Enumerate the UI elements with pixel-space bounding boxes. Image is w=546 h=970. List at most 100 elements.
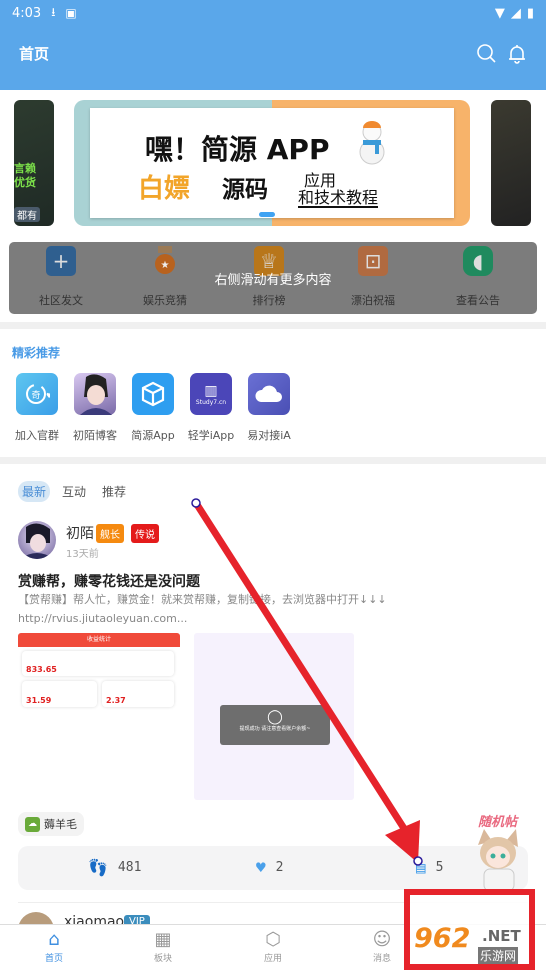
comments-count: 5 [435,860,444,875]
grid-icon: ▦ [154,929,172,950]
watermark-number: 962 [414,923,471,954]
site-watermark: 962 .NET 乐游网 [404,889,535,970]
snowman-icon [359,121,385,165]
banner-prev-line: 优货 [14,176,36,189]
banner-carousel[interactable]: 言赖 优货 都有 嘿！简源 APP 白嫖 源码 应用 和技术教程 [0,90,546,240]
thumb-value: 31.59 [26,696,52,705]
post-excerpt[interactable]: 【赏帮赚】帮人忙，赚赏金！就来赏帮赚，复制链接，去浏览器中打开↓↓↓ http:… [18,590,533,628]
sheep-icon: ☁ [25,816,40,832]
anime-avatar-icon [74,373,116,415]
banner-line-3a: 应用 [304,171,337,190]
banner-prev-line: 言赖 [14,162,36,175]
likes-stat[interactable]: ♥ 2 [256,858,283,877]
feed-tabs: 最新 互动 推荐 [18,481,130,502]
carousel-indicator [259,212,275,217]
views-count: 481 [117,860,142,875]
banner-line-2-black: 源码 [222,177,268,203]
author-avatar[interactable] [18,521,56,559]
svg-text:♥: ♥ [46,392,50,400]
comment-icon: ▤ [416,858,426,877]
watermark-net: .NET [482,927,521,945]
random-post-button[interactable]: 随机帖 [456,805,546,895]
app-chumo-blog[interactable]: 初陌博客 [73,373,117,443]
scroll-hint-overlay: 右侧滑动有更多内容 [214,273,332,288]
heart-icon: ♥ [256,858,266,877]
thumb-header: 收益统计 [18,633,180,647]
thumb-toast-text: 提现成功 请注意查看账户余额~ [239,726,311,732]
arrow-start-handle [191,498,201,508]
page-title: 首页 [19,45,50,63]
post-image-1[interactable]: 收益统计 833.65 31.59 2.37 [18,633,180,803]
chat-icon: ☺ [372,929,392,950]
banner-slide-active[interactable]: 嘿！简源 APP 白嫖 源码 应用 和技术教程 [74,100,470,226]
tab-home[interactable]: ⌂ 首页 [24,929,84,964]
cloud-icon [248,373,290,415]
banner-slide-prev[interactable]: 言赖 优货 都有 [14,100,54,226]
banner-slide-next[interactable] [491,100,531,226]
quick-actions-panel[interactable]: + 社区发文 ★ 娱乐竞猜 ♕ 排行榜 ⊡ 漂泊祝福 ◖ 查看公告 右侧滑动有更… [9,242,537,314]
tag-label: 薅羊毛 [44,818,77,831]
svg-text:奇: 奇 [31,389,40,401]
search-icon[interactable] [476,43,498,69]
thumb-card: 31.59 [22,681,97,707]
tab-label: 板块 [153,954,172,964]
box-icon [132,373,174,415]
app-yiduijie[interactable]: 易对接iA [247,373,291,443]
qi-chat-icon: 奇 ♥ [16,373,58,415]
quick-action-label: 社区发文 [39,294,83,307]
badge-captain: 舰长 [96,524,124,543]
quick-action-label: 排行榜 [252,294,286,307]
banner-prev-text: 言赖 优货 [14,162,36,190]
post-image-2[interactable]: ◯ 提现成功 请注意查看账户余额~ [194,633,354,800]
book-icon: ▥ Study7.cn [190,373,232,415]
watermark-cn: 乐游网 [478,947,519,964]
tab-recommend[interactable]: 推荐 [98,481,130,502]
banner-prev-pill: 都有 [14,207,40,222]
check-circle-icon: ◯ [267,709,283,725]
likes-count: 2 [275,860,284,875]
bell-icon[interactable] [506,43,528,69]
views-stat[interactable]: 👣 481 [88,858,141,877]
badge-legend: 传说 [131,524,159,543]
tab-interactive[interactable]: 互动 [58,481,90,502]
app-label: 轻学iApp [187,429,235,442]
post-tag[interactable]: ☁ 薅羊毛 [18,812,84,836]
app-qingxue[interactable]: ▥ Study7.cn 轻学iApp [188,373,234,443]
footprint-icon: 👣 [88,858,108,877]
post-time: 13天前 [66,549,99,560]
author-name[interactable]: 初陌 [66,523,94,543]
tab-label: 应用 [263,954,282,964]
cube-icon: ⬡ [265,929,281,950]
thumb-card: 833.65 [22,651,174,676]
app-label: 加入官群 [15,429,59,442]
banner-line-1: 嘿！简源 APP [145,133,330,166]
comments-stat[interactable]: ▤ 5 [416,858,443,877]
post-title[interactable]: 赏赚帮，赚零花钱还是没问题 [18,571,200,591]
section-divider [0,457,546,464]
recommend-title: 精彩推荐 [12,346,61,360]
status-time: 4:03 [12,5,42,21]
tab-latest[interactable]: 最新 [18,481,51,502]
book-glyph: ▥ [204,382,218,399]
section-divider [0,322,546,329]
status-bar: 4:03 ⭳ ▣ ▼ ◢ ▮ [0,0,546,26]
app-join-group[interactable]: 奇 ♥ 加入官群 [15,373,59,443]
recommend-apps: 奇 ♥ 加入官群 初陌博客 简源App ▥ Study7.cn 轻学iApp 易对… [15,373,291,443]
banner-image: 嘿！简源 APP 白嫖 源码 应用 和技术教程 [90,108,454,218]
app-label: 简源App [131,429,175,442]
thumb-value: 833.65 [26,665,57,674]
tab-messages[interactable]: ☺ 消息 [352,929,412,964]
tab-label: 首页 [44,954,63,964]
catgirl-mascot-icon [478,829,518,892]
post-stats-bar: 👣 481 ♥ 2 ▤ 5 [18,846,528,890]
app-jianyuan[interactable]: 简源App [131,373,175,443]
thumb-value: 2.37 [106,696,126,705]
tab-apps[interactable]: ⬡ 应用 [243,929,303,964]
banner-line-3: 应用 和技术教程 [298,171,379,208]
battery-icon: ▮ [526,5,534,21]
banner-line-3b: 和技术教程 [298,188,379,208]
tab-boards[interactable]: ▦ 板块 [133,929,193,964]
a-icon: ▣ [65,6,77,20]
home-icon: ⌂ [48,929,60,950]
book-caption: Study7.cn [195,398,227,406]
